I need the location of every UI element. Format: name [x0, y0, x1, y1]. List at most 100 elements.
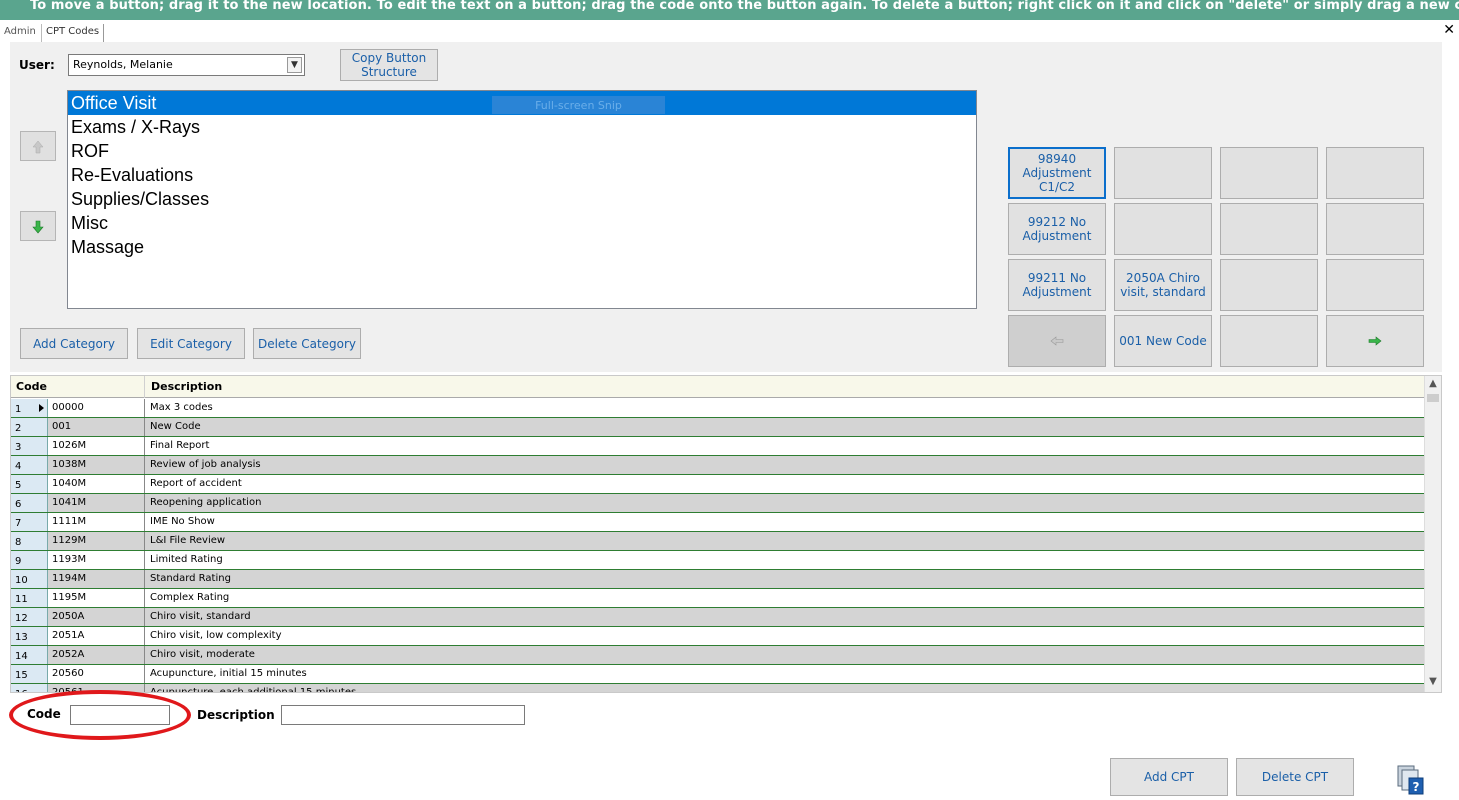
grid-prev-button[interactable]: [1008, 315, 1106, 367]
delete-category-button[interactable]: Delete Category: [253, 328, 361, 359]
category-list[interactable]: Office Visit Exams / X-Rays ROF Re-Evalu…: [67, 90, 977, 309]
grid-button-empty[interactable]: [1114, 147, 1212, 199]
description-cell[interactable]: Complex Rating: [146, 589, 1426, 607]
table-row[interactable]: 1620561Acupuncture, each additional 15 m…: [11, 684, 1426, 692]
code-cell[interactable]: 1129M: [48, 532, 145, 550]
code-cell[interactable]: 1040M: [48, 475, 145, 493]
description-cell[interactable]: Chiro visit, moderate: [146, 646, 1426, 664]
grid-button-empty[interactable]: [1326, 259, 1424, 311]
category-item[interactable]: ROF: [68, 139, 976, 163]
table-row[interactable]: 9 1193M Limited Rating: [11, 551, 1426, 570]
table-row[interactable]: 7 1111M IME No Show: [11, 513, 1426, 532]
table-row[interactable]: 8 1129M L&I File Review: [11, 532, 1426, 551]
grid-button-empty[interactable]: [1220, 147, 1318, 199]
description-cell[interactable]: Limited Rating: [146, 551, 1426, 569]
move-down-button[interactable]: [20, 211, 56, 241]
scroll-up-icon[interactable]: ▲: [1425, 378, 1441, 392]
code-cell[interactable]: 20560: [48, 665, 145, 683]
copy-button-line1: Copy Button: [351, 51, 427, 65]
table-row[interactable]: 14 2052A Chiro visit, moderate: [11, 646, 1426, 665]
table-row[interactable]: 15 20560 Acupuncture, initial 15 minutes: [11, 665, 1426, 684]
code-cell[interactable]: 1195M: [48, 589, 145, 607]
code-cell[interactable]: 2052A: [48, 646, 145, 664]
column-header-description[interactable]: Description: [146, 376, 1426, 398]
description-cell[interactable]: Max 3 codes: [146, 399, 1426, 417]
description-cell[interactable]: Chiro visit, low complexity: [146, 627, 1426, 645]
edit-category-button[interactable]: Edit Category: [137, 328, 245, 359]
table-row[interactable]: 3 1026M Final Report: [11, 437, 1426, 456]
description-cell[interactable]: Chiro visit, standard: [146, 608, 1426, 626]
tab-admin[interactable]: Admin: [0, 24, 40, 42]
close-icon[interactable]: ✕: [1443, 22, 1455, 38]
code-cell[interactable]: 1041M: [48, 494, 145, 512]
row-number: 2: [11, 418, 48, 436]
delete-cpt-button[interactable]: Delete CPT: [1236, 758, 1354, 796]
category-item[interactable]: Massage: [68, 235, 976, 259]
grid-next-button[interactable]: [1326, 315, 1424, 367]
add-category-button[interactable]: Add Category: [20, 328, 128, 359]
grid-button-98940[interactable]: 98940 Adjustment C1/C2: [1008, 147, 1106, 199]
description-cell[interactable]: Acupuncture, each additional 15 minutes: [146, 684, 1426, 692]
add-cpt-button[interactable]: Add CPT: [1110, 758, 1228, 796]
code-cell[interactable]: 1194M: [48, 570, 145, 588]
move-up-button[interactable]: [20, 131, 56, 161]
table-row[interactable]: 6 1041M Reopening application: [11, 494, 1426, 513]
code-cell[interactable]: 1026M: [48, 437, 145, 455]
description-field[interactable]: [281, 705, 525, 725]
down-arrow-icon: [32, 220, 44, 234]
copy-button-structure-button[interactable]: Copy Button Structure: [340, 49, 438, 81]
table-row[interactable]: 5 1040M Report of accident: [11, 475, 1426, 494]
scroll-thumb[interactable]: [1427, 394, 1439, 402]
grid-button-empty[interactable]: [1326, 203, 1424, 255]
table-row[interactable]: 10 1194M Standard Rating: [11, 570, 1426, 589]
instruction-banner: To move a button; drag it to the new loc…: [0, 0, 1459, 20]
user-select[interactable]: Reynolds, Melanie ▼: [68, 54, 305, 76]
grid-button-empty[interactable]: [1220, 203, 1318, 255]
code-cell[interactable]: 00000: [48, 399, 145, 417]
grid-button-99211[interactable]: 99211 No Adjustment: [1008, 259, 1106, 311]
table-row[interactable]: 12 2050A Chiro visit, standard: [11, 608, 1426, 627]
column-header-code[interactable]: Code: [11, 376, 145, 398]
description-cell[interactable]: L&I File Review: [146, 532, 1426, 550]
table-row[interactable]: 1 00000 Max 3 codes: [11, 399, 1426, 418]
description-cell[interactable]: New Code: [146, 418, 1426, 436]
description-cell[interactable]: IME No Show: [146, 513, 1426, 531]
code-cell[interactable]: 2050A: [48, 608, 145, 626]
description-cell[interactable]: Standard Rating: [146, 570, 1426, 588]
help-document-icon[interactable]: ?: [1396, 764, 1426, 796]
grid-button-empty[interactable]: [1220, 315, 1318, 367]
grid-button-line: 2050A Chiro: [1126, 271, 1200, 285]
code-cell[interactable]: 1193M: [48, 551, 145, 569]
cpt-code-table: Code Description 1 00000 Max 3 codes 2 001 N…: [10, 375, 1442, 693]
description-label: Description: [197, 708, 275, 722]
grid-button-empty[interactable]: [1114, 203, 1212, 255]
description-cell[interactable]: Report of accident: [146, 475, 1426, 493]
table-row[interactable]: 4 1038M Review of job analysis: [11, 456, 1426, 475]
category-item[interactable]: Supplies/Classes: [68, 187, 976, 211]
grid-button-empty[interactable]: [1326, 147, 1424, 199]
grid-button-99212[interactable]: 99212 No Adjustment: [1008, 203, 1106, 255]
tab-cpt-codes[interactable]: CPT Codes: [41, 24, 105, 42]
description-cell[interactable]: Acupuncture, initial 15 minutes: [146, 665, 1426, 683]
table-row[interactable]: 13 2051A Chiro visit, low complexity: [11, 627, 1426, 646]
code-cell[interactable]: 2051A: [48, 627, 145, 645]
vertical-scrollbar[interactable]: ▲ ▼: [1424, 376, 1441, 692]
row-number: 6: [11, 494, 48, 512]
category-item[interactable]: Exams / X-Rays: [68, 115, 976, 139]
description-cell[interactable]: Reopening application: [146, 494, 1426, 512]
category-item[interactable]: Misc: [68, 211, 976, 235]
grid-button-001[interactable]: 001 New Code: [1114, 315, 1212, 367]
code-cell[interactable]: 001: [48, 418, 145, 436]
scroll-down-icon[interactable]: ▼: [1425, 676, 1441, 690]
grid-button-empty[interactable]: [1220, 259, 1318, 311]
description-cell[interactable]: Final Report: [146, 437, 1426, 455]
description-cell[interactable]: Review of job analysis: [146, 456, 1426, 474]
table-row[interactable]: 11 1195M Complex Rating: [11, 589, 1426, 608]
table-row[interactable]: 2 001 New Code: [11, 418, 1426, 437]
category-item[interactable]: Re-Evaluations: [68, 163, 976, 187]
chevron-down-icon[interactable]: ▼: [287, 57, 302, 73]
row-number: 8: [11, 532, 48, 550]
code-cell[interactable]: 1038M: [48, 456, 145, 474]
code-cell[interactable]: 1111M: [48, 513, 145, 531]
grid-button-2050a[interactable]: 2050A Chiro visit, standard: [1114, 259, 1212, 311]
